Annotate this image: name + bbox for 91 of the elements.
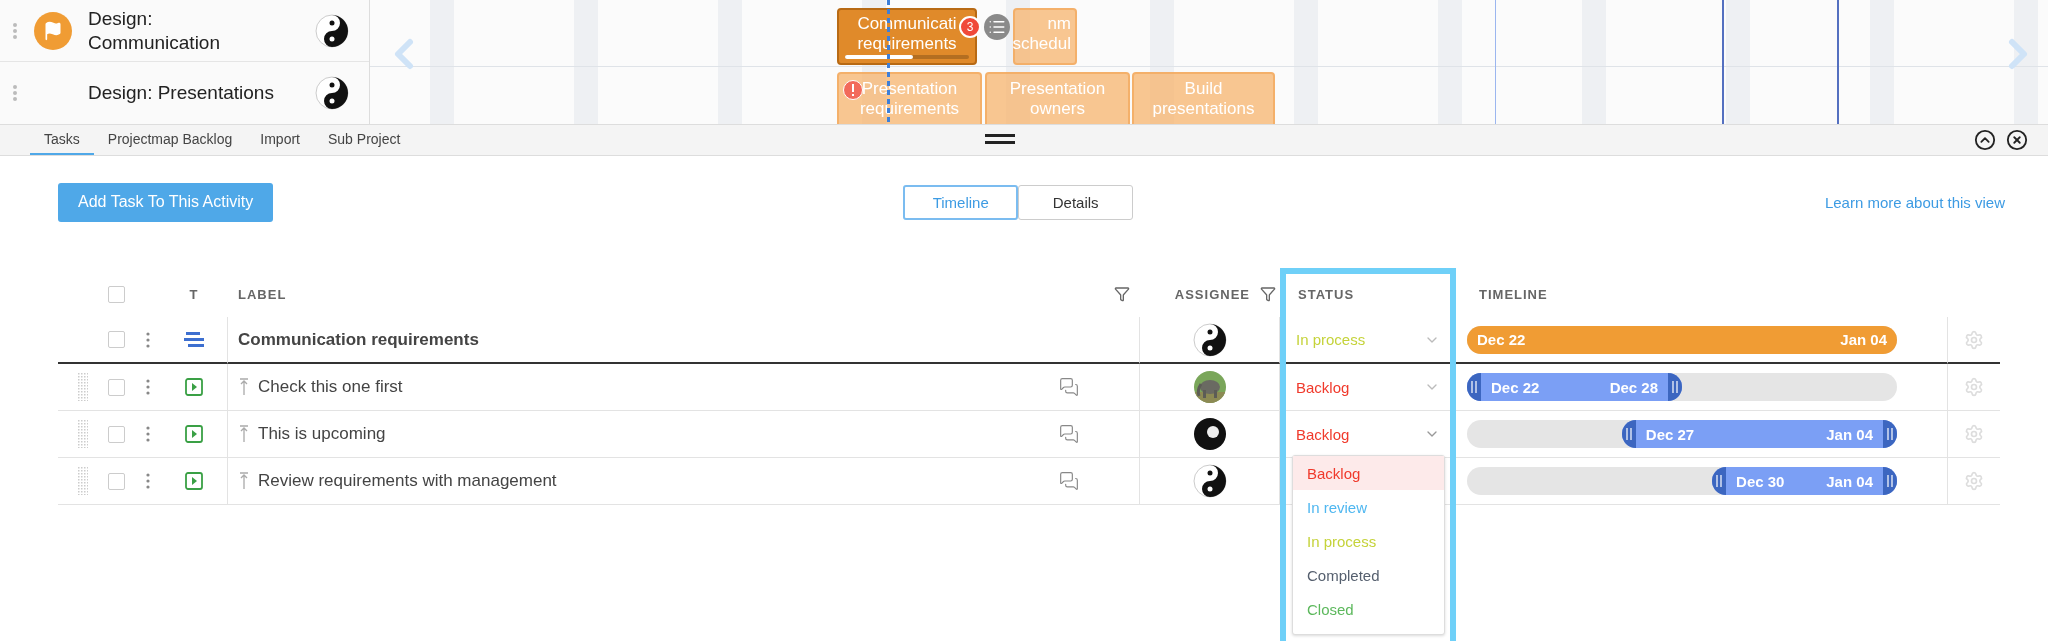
start-date: Dec 27 (1644, 425, 1696, 443)
resize-handle-icon[interactable] (1712, 467, 1727, 495)
task-card[interactable]: Build presentations (1132, 72, 1275, 124)
start-date: Dec 22 (1476, 331, 1527, 348)
task-label: Communication requirements (238, 329, 479, 350)
activity-label: Design: Communication (88, 6, 221, 55)
status-option[interactable]: Closed (1293, 592, 1444, 626)
start-date: Dec 22 (1490, 378, 1541, 396)
comments-icon[interactable] (1059, 377, 1079, 397)
subtask-icon (238, 472, 250, 490)
row-checkbox[interactable] (108, 472, 125, 490)
drag-handle-icon[interactable] (78, 373, 88, 401)
end-date: Jan 04 (1825, 425, 1874, 443)
card-text: Presentation (861, 79, 958, 99)
add-task-button[interactable]: Add Task To This Activity (58, 182, 274, 222)
column-header: STATUS (1298, 286, 1355, 302)
status-select[interactable]: In process (1280, 331, 1454, 348)
more-icon[interactable] (145, 426, 150, 442)
end-date: Dec 28 (1608, 378, 1659, 396)
collapse-icon[interactable] (1974, 129, 1996, 151)
more-icon[interactable] (145, 331, 150, 348)
status-option[interactable]: In process (1293, 524, 1444, 558)
activity-label: Design: Presentations (88, 81, 275, 105)
close-icon[interactable] (2006, 129, 2028, 151)
row-checkbox[interactable] (108, 425, 125, 443)
avatar-icon (1192, 322, 1227, 357)
select-all-checkbox[interactable] (108, 285, 125, 303)
card-text: schedul (1012, 33, 1071, 54)
row-checkbox[interactable] (108, 378, 125, 396)
more-icon[interactable] (145, 473, 150, 489)
panel-tab[interactable]: Import (246, 125, 314, 155)
status-option[interactable]: Backlog (1293, 456, 1444, 490)
task-card[interactable]: Presentation requirements (837, 72, 982, 124)
card-text: presentations (1152, 99, 1255, 119)
subtask-icon (238, 425, 250, 443)
card-text: owners (1030, 99, 1085, 119)
avatar-icon (315, 76, 349, 110)
card-text: Communicati (857, 13, 957, 34)
panel-tab[interactable]: Tasks (30, 125, 94, 155)
card-text: nm (1047, 13, 1071, 34)
filter-icon[interactable] (1114, 286, 1130, 302)
drag-handle-icon[interactable] (78, 467, 88, 495)
view-toggle[interactable]: Details (1018, 184, 1134, 220)
list-icon[interactable] (984, 14, 1010, 40)
task-card[interactable]: Presentation owners (985, 72, 1130, 124)
column-header: LABEL (238, 286, 287, 302)
card-text: requirements (859, 99, 960, 119)
card-text: Build (1184, 79, 1223, 99)
filter-icon[interactable] (1260, 286, 1276, 302)
resize-handle-icon[interactable] (1883, 467, 1897, 495)
avatar-icon (1192, 464, 1227, 498)
end-date: Jan 04 (1839, 331, 1888, 348)
avatar-icon (315, 13, 349, 48)
task-label: This is upcoming (258, 424, 386, 444)
count-badge: 3 (959, 16, 981, 38)
status-option[interactable]: Completed (1293, 558, 1444, 592)
comments-icon[interactable] (1059, 424, 1079, 444)
resize-handle-icon[interactable] (1668, 373, 1682, 401)
drag-handle-icon[interactable] (12, 84, 18, 102)
timeline-bar[interactable]: Dec 30 Jan 04 (1712, 467, 1897, 495)
panel-tab[interactable]: Sub Project (314, 125, 415, 155)
view-toggle[interactable]: Timeline (903, 184, 1019, 220)
column-header: TIMELINE (1479, 286, 1548, 302)
resize-handle-icon[interactable] (1621, 420, 1636, 448)
column-header: T (188, 285, 200, 304)
learn-more-link[interactable]: Learn more about this view (1824, 193, 2005, 211)
column-header: ASSIGNEE (1174, 286, 1250, 302)
row-checkbox[interactable] (108, 331, 125, 348)
timeline-bar[interactable]: Dec 27 Jan 04 (1621, 420, 1897, 448)
card-text: Presentation (1009, 79, 1106, 99)
more-icon[interactable] (145, 379, 150, 395)
status-select[interactable]: Backlog (1280, 425, 1454, 443)
ball-icon (1192, 417, 1227, 451)
comments-icon[interactable] (1059, 471, 1079, 491)
card-text: requirements (857, 33, 957, 54)
subtask-icon (238, 378, 250, 396)
task-card[interactable]: nm schedul (1013, 8, 1077, 65)
drag-handle-icon[interactable] (78, 420, 88, 448)
panel-tab[interactable]: Projectmap Backlog (93, 125, 247, 155)
resize-handle-icon[interactable] (1467, 373, 1481, 401)
status-option[interactable]: In review (1293, 490, 1444, 524)
drag-handle-icon[interactable] (12, 21, 18, 40)
start-date: Dec 30 (1735, 472, 1786, 490)
timeline-bar[interactable]: Dec 22 Jan 04 (1467, 325, 1897, 354)
task-label: Review requirements with management (258, 471, 557, 491)
timeline-bar[interactable]: Dec 22 Dec 28 (1467, 373, 1682, 401)
end-date: Jan 04 (1825, 472, 1874, 490)
task-label: Check this one first (258, 377, 403, 397)
status-select[interactable]: Backlog (1280, 378, 1454, 396)
drag-handle-icon[interactable] (985, 134, 1015, 144)
resize-handle-icon[interactable] (1883, 420, 1897, 448)
